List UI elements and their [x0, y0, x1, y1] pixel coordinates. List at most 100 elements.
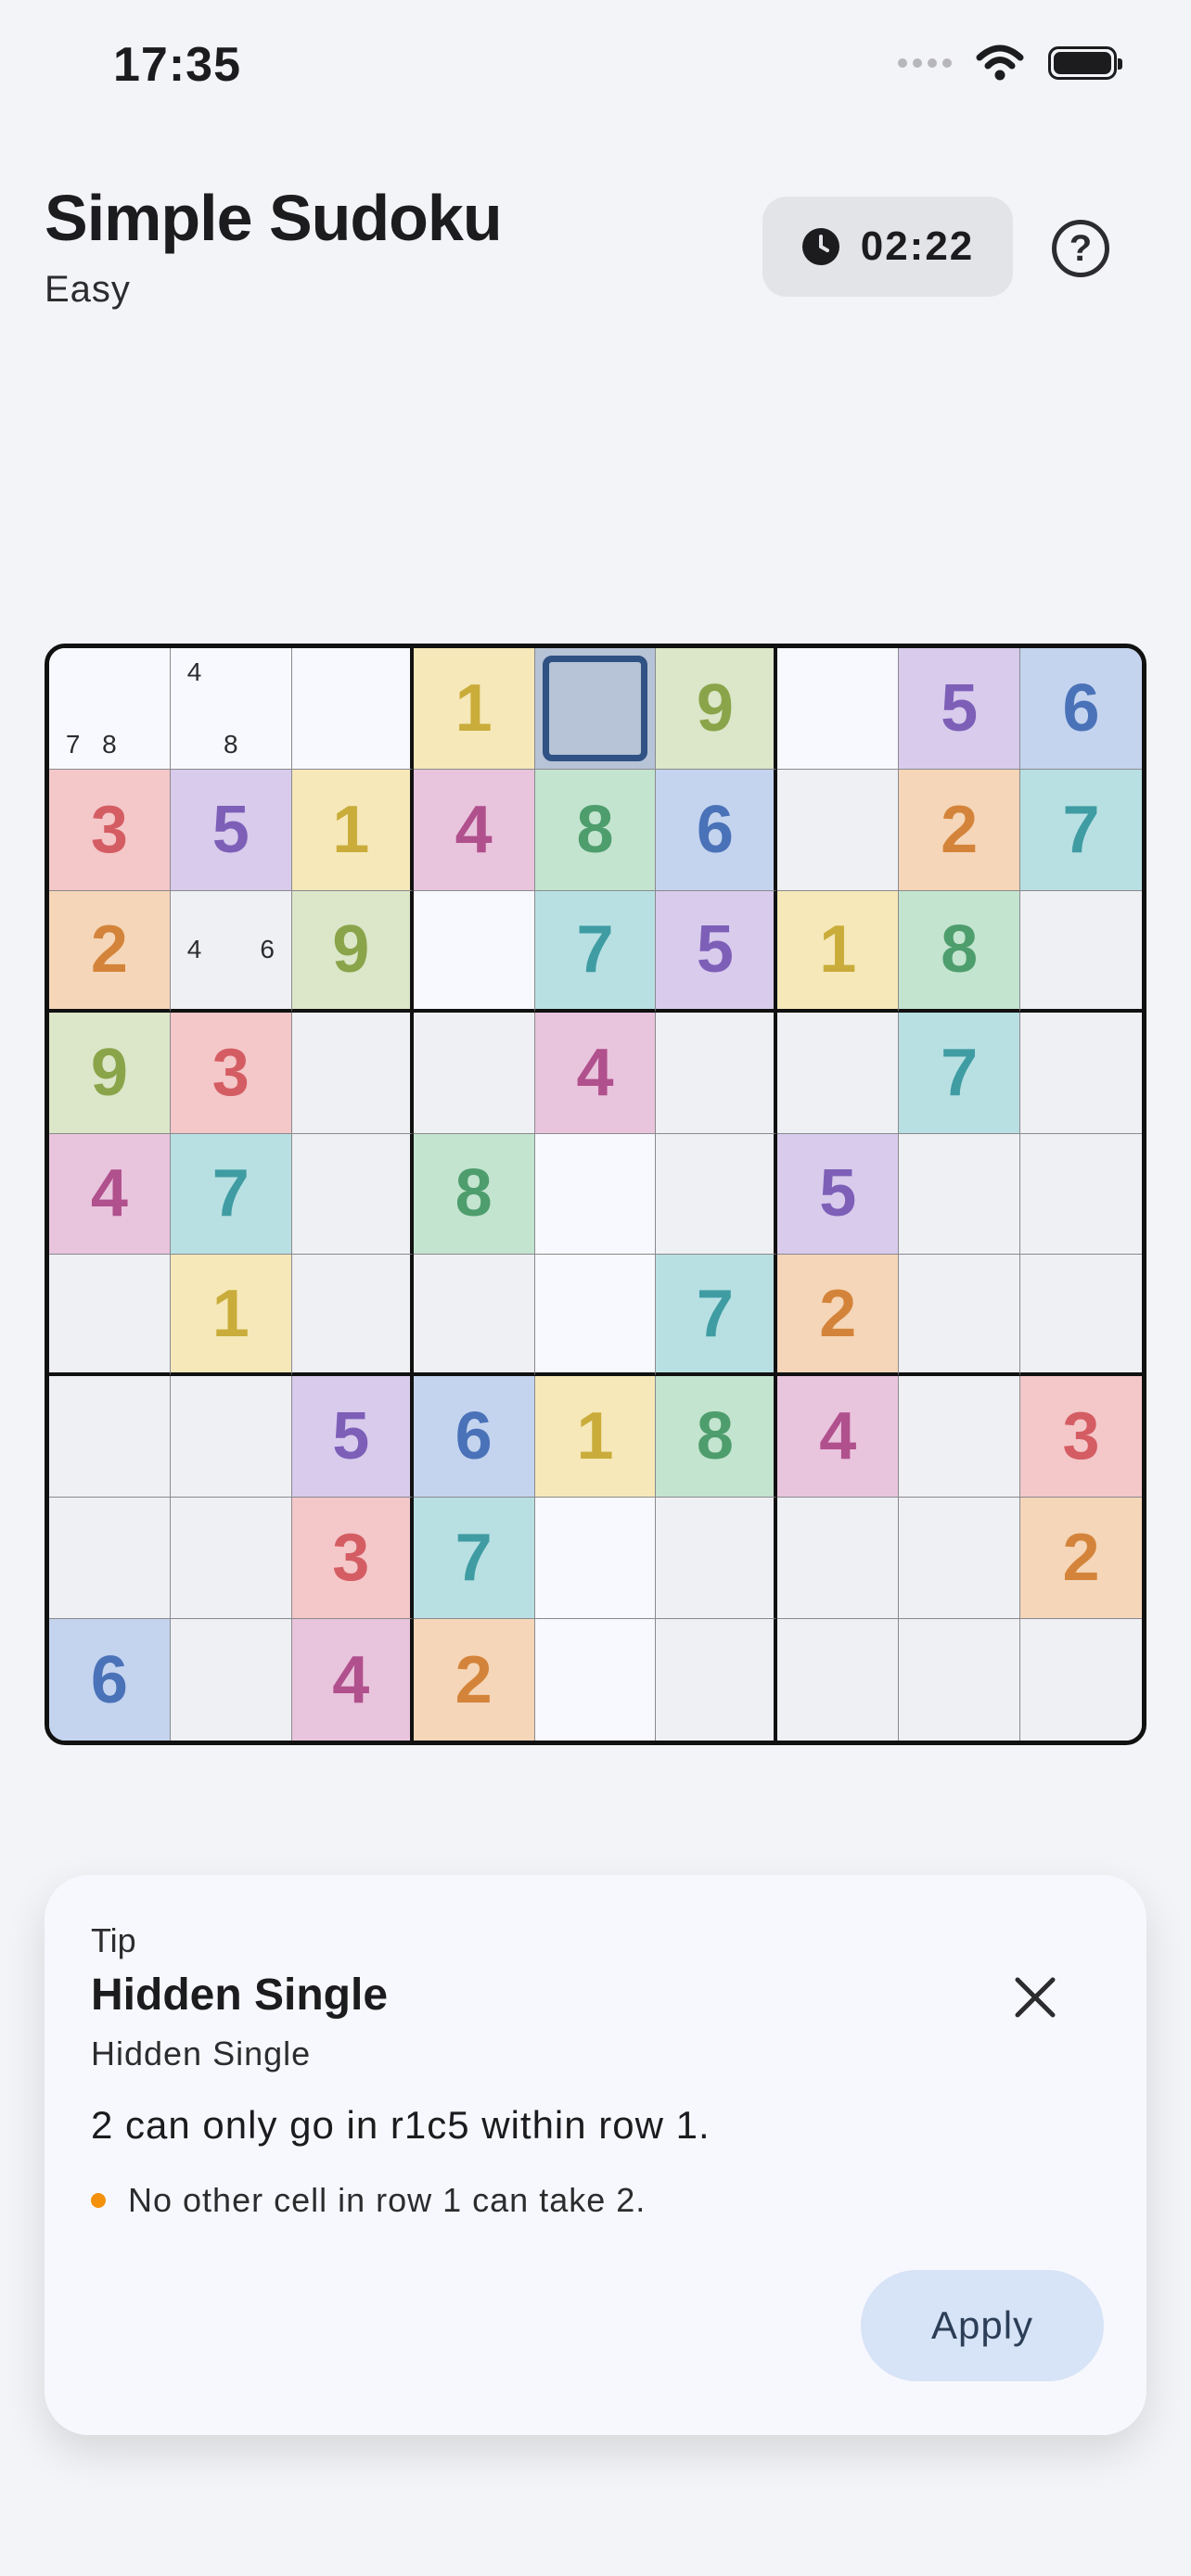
sudoku-cell[interactable]: [534, 1133, 657, 1256]
sudoku-cell[interactable]: [1020, 1012, 1142, 1134]
sudoku-cell[interactable]: [656, 1133, 778, 1256]
sudoku-cell[interactable]: 46: [170, 890, 292, 1013]
cell-value: 2: [941, 792, 979, 867]
sudoku-cell[interactable]: [1020, 1133, 1142, 1256]
sudoku-cell[interactable]: [777, 1012, 900, 1134]
sudoku-cell[interactable]: 78: [49, 648, 171, 770]
sudoku-cell[interactable]: 6: [413, 1376, 535, 1498]
sudoku-cell[interactable]: 7: [413, 1498, 535, 1620]
sudoku-cell[interactable]: [899, 1255, 1021, 1377]
sudoku-cell[interactable]: 5: [777, 1133, 900, 1256]
sudoku-cell[interactable]: [1020, 1619, 1142, 1741]
sudoku-cell[interactable]: [534, 648, 657, 770]
sudoku-cell[interactable]: 1: [777, 890, 900, 1013]
sudoku-cell[interactable]: 3: [291, 1498, 414, 1620]
cell-value: 1: [576, 1399, 614, 1474]
close-tip-button[interactable]: [1009, 1971, 1061, 2023]
sudoku-cell[interactable]: [899, 1619, 1021, 1741]
sudoku-cell[interactable]: [656, 1619, 778, 1741]
sudoku-cell[interactable]: 1: [534, 1376, 657, 1498]
sudoku-cell[interactable]: 4: [777, 1376, 900, 1498]
sudoku-cell[interactable]: 2: [413, 1619, 535, 1741]
sudoku-cell[interactable]: 4: [291, 1619, 414, 1741]
sudoku-cell[interactable]: 7: [656, 1255, 778, 1377]
sudoku-cell[interactable]: [777, 1498, 900, 1620]
sudoku-cell[interactable]: 9: [291, 890, 414, 1013]
status-bar: 17:35: [0, 0, 1191, 139]
sudoku-cell[interactable]: 7: [170, 1133, 292, 1256]
sudoku-cell[interactable]: 8: [413, 1133, 535, 1256]
sudoku-cell[interactable]: 2: [1020, 1498, 1142, 1620]
sudoku-cell[interactable]: [656, 1012, 778, 1134]
sudoku-cell[interactable]: 2: [777, 1255, 900, 1377]
sudoku-cell[interactable]: [534, 1619, 657, 1741]
sudoku-cell[interactable]: 4: [413, 769, 535, 891]
sudoku-cell[interactable]: [534, 1498, 657, 1620]
sudoku-cell[interactable]: [534, 1255, 657, 1377]
sudoku-cell[interactable]: 7: [899, 1012, 1021, 1134]
cell-value: 4: [819, 1399, 857, 1474]
sudoku-cell[interactable]: 6: [1020, 648, 1142, 770]
sudoku-cell[interactable]: [49, 1376, 171, 1498]
sudoku-cell[interactable]: [899, 1133, 1021, 1256]
sudoku-cell[interactable]: 4: [534, 1012, 657, 1134]
note-digit: 7: [65, 730, 81, 759]
cell-value: 9: [90, 1035, 128, 1110]
sudoku-cell[interactable]: 3: [49, 769, 171, 891]
sudoku-cell[interactable]: 8: [656, 1376, 778, 1498]
cell-value: 1: [819, 912, 857, 988]
sudoku-cell[interactable]: 5: [170, 769, 292, 891]
sudoku-cell[interactable]: 5: [656, 890, 778, 1013]
sudoku-cell[interactable]: [413, 1012, 535, 1134]
sudoku-cell[interactable]: 8: [899, 890, 1021, 1013]
sudoku-cell[interactable]: [899, 1498, 1021, 1620]
sudoku-cell[interactable]: 3: [1020, 1376, 1142, 1498]
apply-button[interactable]: Apply: [861, 2270, 1104, 2381]
sudoku-cell[interactable]: [1020, 1255, 1142, 1377]
sudoku-cell[interactable]: 7: [534, 890, 657, 1013]
sudoku-cell[interactable]: [413, 1255, 535, 1377]
sudoku-cell[interactable]: 1: [413, 648, 535, 770]
sudoku-cell[interactable]: [170, 1619, 292, 1741]
sudoku-cell[interactable]: 2: [899, 769, 1021, 891]
sudoku-cell[interactable]: [777, 648, 900, 770]
sudoku-cell[interactable]: 9: [49, 1012, 171, 1134]
sudoku-cell[interactable]: [1020, 890, 1142, 1013]
sudoku-cell[interactable]: 6: [656, 769, 778, 891]
sudoku-cell[interactable]: 1: [170, 1255, 292, 1377]
cell-value: 5: [696, 912, 734, 988]
sudoku-cell[interactable]: [170, 1498, 292, 1620]
cell-value: 6: [90, 1642, 128, 1717]
sudoku-cell[interactable]: [49, 1255, 171, 1377]
cell-value: 7: [211, 1156, 250, 1231]
sudoku-cell[interactable]: 5: [291, 1376, 414, 1498]
timer-pill[interactable]: 02:22: [762, 197, 1013, 297]
note-digit: [128, 654, 164, 690]
sudoku-cell[interactable]: 5: [899, 648, 1021, 770]
help-button[interactable]: ?: [1052, 220, 1109, 277]
sudoku-cell[interactable]: [899, 1376, 1021, 1498]
sudoku-cell[interactable]: [413, 890, 535, 1013]
sudoku-cell[interactable]: 4: [49, 1133, 171, 1256]
sudoku-cell[interactable]: [291, 1133, 414, 1256]
sudoku-cell[interactable]: 1: [291, 769, 414, 891]
sudoku-cell[interactable]: 2: [49, 890, 171, 1013]
sudoku-cell[interactable]: [49, 1498, 171, 1620]
sudoku-cell[interactable]: [656, 1498, 778, 1620]
sudoku-cell[interactable]: 7: [1020, 769, 1142, 891]
note-digit: [128, 690, 164, 726]
sudoku-cell[interactable]: 3: [170, 1012, 292, 1134]
sudoku-cell[interactable]: [777, 769, 900, 891]
sudoku-cell[interactable]: 6: [49, 1619, 171, 1741]
difficulty-label: Easy: [45, 269, 131, 310]
sudoku-cell[interactable]: [291, 1255, 414, 1377]
sudoku-cell[interactable]: 9: [656, 648, 778, 770]
sudoku-cell[interactable]: 48: [170, 648, 292, 770]
sudoku-cell[interactable]: [291, 1012, 414, 1134]
cell-value: 8: [941, 912, 979, 988]
cell-value: 6: [1062, 670, 1100, 746]
sudoku-cell[interactable]: 8: [534, 769, 657, 891]
sudoku-cell[interactable]: [777, 1619, 900, 1741]
sudoku-cell[interactable]: [291, 648, 414, 770]
sudoku-cell[interactable]: [170, 1376, 292, 1498]
